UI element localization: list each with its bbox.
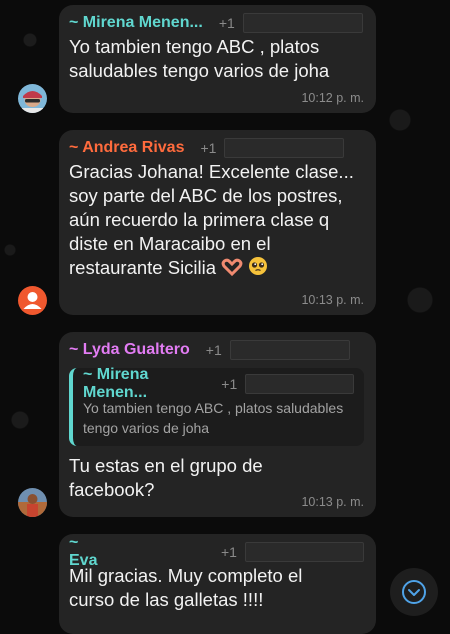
heart-hands-emoji-icon <box>221 258 243 276</box>
quoted-text: Yo tambien tengo ABC , platos saludables… <box>83 400 344 436</box>
default-user-icon <box>23 292 42 309</box>
message-text: Mil gracias. Muy completo el curso de la… <box>69 565 303 610</box>
message-bubble[interactable]: ~ Eva +1 Mil gracias. Muy completo el cu… <box>59 534 376 634</box>
message-text: Gracias Johana! Excelente clase... soy p… <box>69 161 354 278</box>
pleading-face-emoji-icon <box>249 257 268 275</box>
message-bubble[interactable]: ~ Lyda Gualtero +1 ~ Mirena Menen... +1 … <box>59 332 376 517</box>
message-time: 10:13 p. m. <box>301 293 364 307</box>
sender-name[interactable]: ~ Andrea Rivas <box>69 139 184 157</box>
redacted-phone <box>242 13 363 33</box>
quoted-message[interactable]: ~ Mirena Menen... +1 Yo tambien tengo AB… <box>69 366 364 446</box>
redacted-phone <box>244 542 364 562</box>
sender-phone-prefix: +1 <box>205 342 222 358</box>
quoted-sender: ~ Mirena Menen... <box>83 366 149 401</box>
avatar[interactable] <box>18 286 47 315</box>
avatar[interactable] <box>18 488 47 517</box>
avatar[interactable] <box>18 84 47 113</box>
redacted-phone <box>245 374 354 394</box>
sender-phone-prefix: +1 <box>220 544 237 560</box>
message-bubble[interactable]: ~ Mirena Menen... +1 Yo tambien tengo AB… <box>59 5 376 113</box>
sender-phone-prefix: +1 <box>200 140 217 156</box>
message-bubble[interactable]: ~ Andrea Rivas +1 Gracias Johana! Excele… <box>59 130 376 315</box>
message-text: Tu estas en el grupo de facebook? <box>69 455 263 500</box>
scroll-to-bottom-button[interactable] <box>390 568 438 616</box>
sender-phone-prefix: +1 <box>218 15 235 31</box>
redacted-phone <box>224 138 345 158</box>
redacted-phone <box>229 340 350 360</box>
message-text: Yo tambien tengo ABC , platos saludables… <box>69 36 330 81</box>
avatar-photo-icon <box>18 84 47 113</box>
message-text-wrap: Gracias Johana! Excelente clase... soy p… <box>69 160 369 280</box>
message-time: 10:13 p. m. <box>301 495 364 509</box>
quoted-phone-prefix: +1 <box>221 376 238 392</box>
chevron-down-icon <box>402 580 426 604</box>
avatar-photo-icon <box>18 488 47 517</box>
message-time: 10:12 p. m. <box>301 91 364 105</box>
sender-name[interactable]: ~ Lyda Gualtero <box>69 341 190 359</box>
sender-name[interactable]: ~ Mirena Menen... <box>69 14 203 32</box>
